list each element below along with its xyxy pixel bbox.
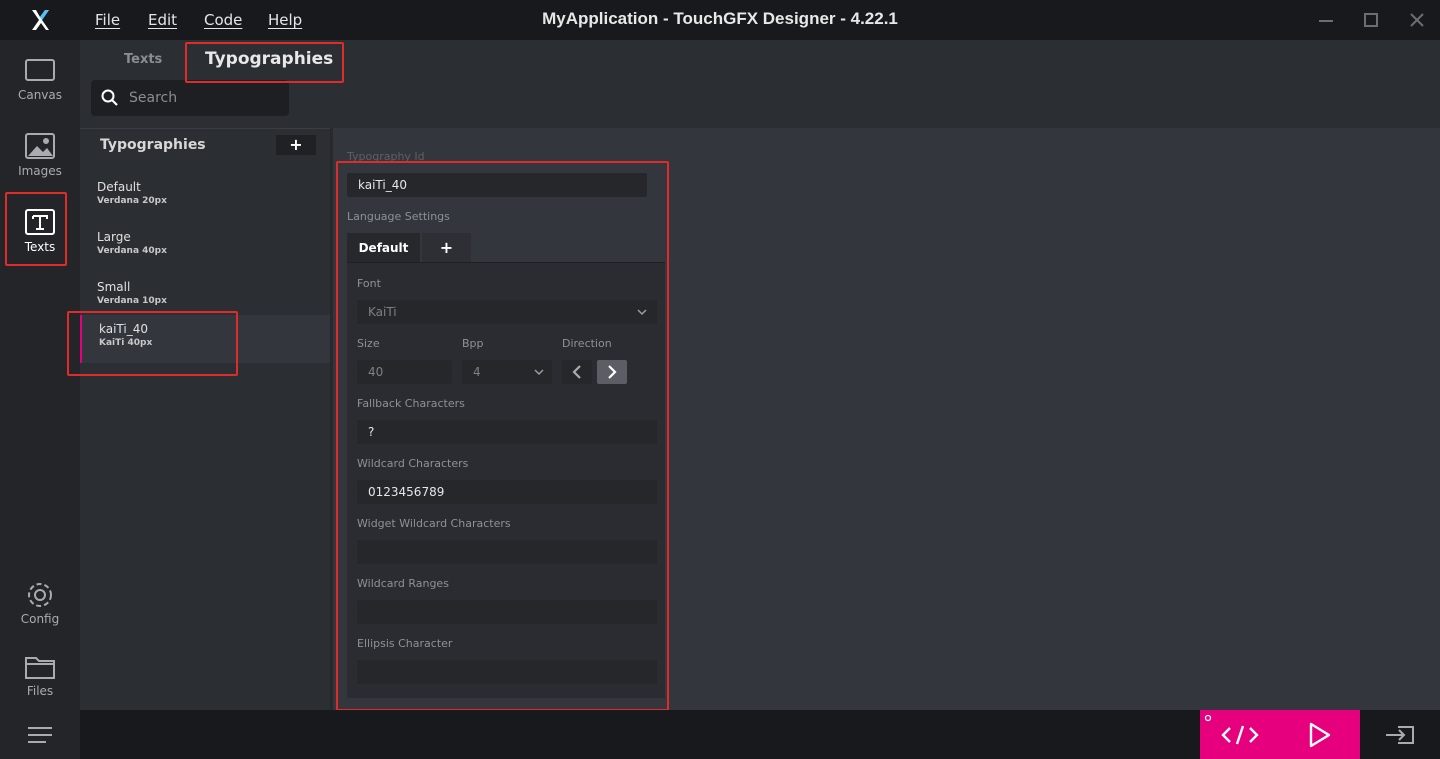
direction-label: Direction xyxy=(562,337,612,350)
rail-item-config[interactable]: Config xyxy=(0,566,80,636)
rail-item-images[interactable]: Images xyxy=(0,118,80,188)
font-label: Font xyxy=(357,277,381,290)
exit-icon[interactable] xyxy=(1384,724,1416,746)
wildcard-characters-field[interactable]: 0123456789 xyxy=(357,480,657,504)
maximize-icon[interactable] xyxy=(1359,8,1383,32)
search-icon xyxy=(101,89,119,107)
typography-item-selected[interactable]: kaiTi_40 KaiTi 40px xyxy=(80,315,330,363)
menu-icon[interactable] xyxy=(0,710,80,759)
menu-file[interactable]: File xyxy=(95,11,120,29)
title-bar: File Edit Code Help MyApplication - Touc… xyxy=(0,0,1440,40)
folder-icon xyxy=(24,652,56,682)
wildcard-ranges-label: Wildcard Ranges xyxy=(357,577,449,590)
typography-name: Large xyxy=(97,230,131,244)
size-label: Size xyxy=(357,337,380,350)
menu-edit[interactable]: Edit xyxy=(148,11,177,29)
run-simulator-icon[interactable] xyxy=(1304,720,1334,750)
tab-typographies[interactable]: Typographies xyxy=(205,49,333,69)
touchgfx-logo-icon xyxy=(0,0,80,40)
ellipsis-character-label: Ellipsis Character xyxy=(357,637,453,650)
rail-item-canvas[interactable]: Canvas xyxy=(0,42,80,112)
typography-name: kaiTi_40 xyxy=(99,322,148,336)
rail-label-texts: Texts xyxy=(24,240,56,254)
bpp-select[interactable]: 4 xyxy=(462,360,552,384)
app-window: File Edit Code Help MyApplication - Touc… xyxy=(0,0,1440,759)
typography-detail: KaiTi 40px xyxy=(99,338,153,348)
typography-list: Typographies + Default Verdana 20px Larg… xyxy=(80,128,330,710)
direction-rtl-button[interactable] xyxy=(597,360,627,384)
typography-list-header: Typographies xyxy=(100,137,206,153)
gear-icon xyxy=(24,580,56,610)
add-language-button[interactable]: + xyxy=(422,233,471,263)
widget-wildcard-characters-field[interactable] xyxy=(357,540,657,564)
menu-code[interactable]: Code xyxy=(204,11,242,29)
chevron-down-icon xyxy=(637,300,647,332)
minimize-icon[interactable] xyxy=(1314,8,1338,32)
typography-detail: Verdana 10px xyxy=(97,296,167,306)
menu-help[interactable]: Help xyxy=(268,11,302,29)
typography-detail: Verdana 40px xyxy=(97,246,167,256)
run-actions xyxy=(1200,710,1360,759)
typography-name: Default xyxy=(97,180,141,194)
search-input[interactable]: Search xyxy=(91,80,289,116)
size-field[interactable]: 40 xyxy=(357,360,452,384)
tabs-area: Texts Typographies Search xyxy=(80,40,1440,128)
window-title: MyApplication - TouchGFX Designer - 4.22… xyxy=(542,9,898,28)
tab-texts[interactable]: Texts xyxy=(124,52,162,67)
text-icon xyxy=(24,208,56,238)
typography-item[interactable]: Default Verdana 20px xyxy=(80,173,330,221)
image-icon xyxy=(24,132,56,162)
chevron-down-icon xyxy=(534,360,544,392)
font-value: KaiTi xyxy=(368,305,397,319)
bottom-bar xyxy=(0,710,1440,759)
rail-label-images: Images xyxy=(18,164,62,178)
rail-label-canvas: Canvas xyxy=(17,88,63,102)
font-select[interactable]: KaiTi xyxy=(357,300,657,324)
wildcard-characters-label: Wildcard Characters xyxy=(357,457,469,470)
rail-label-config: Config xyxy=(20,612,60,626)
wildcard-ranges-field[interactable] xyxy=(357,600,657,624)
tab-default-language[interactable]: Default xyxy=(347,233,420,263)
search-placeholder: Search xyxy=(129,90,178,106)
typography-id-label: Typography Id xyxy=(347,150,425,163)
rail-label-files: Files xyxy=(26,684,54,698)
typography-name: Small xyxy=(97,280,131,294)
close-icon[interactable] xyxy=(1405,8,1429,32)
typography-id-field[interactable]: kaiTi_40 xyxy=(347,173,647,197)
bpp-label: Bpp xyxy=(462,337,484,350)
bpp-value: 4 xyxy=(473,365,481,379)
canvas-icon xyxy=(24,56,56,86)
left-rail: Canvas Images Texts Config Files xyxy=(0,40,80,710)
fallback-characters-label: Fallback Characters xyxy=(357,397,465,410)
rail-item-files[interactable]: Files xyxy=(0,638,80,708)
typography-detail: Verdana 20px xyxy=(97,196,167,206)
fallback-characters-field[interactable]: ? xyxy=(357,420,657,444)
typography-item[interactable]: Large Verdana 40px xyxy=(80,223,330,271)
rail-item-texts[interactable]: Texts xyxy=(0,194,80,264)
ellipsis-character-field[interactable] xyxy=(357,660,657,684)
divider xyxy=(347,262,665,263)
generate-code-icon[interactable] xyxy=(1220,720,1260,750)
language-settings-label: Language Settings xyxy=(347,210,450,223)
typography-item[interactable]: Small Verdana 10px xyxy=(80,273,330,321)
direction-ltr-button[interactable] xyxy=(562,360,592,384)
add-typography-button[interactable]: + xyxy=(276,135,316,155)
status-dot-icon xyxy=(1204,714,1212,722)
panel-divider xyxy=(330,128,333,710)
widget-wildcard-characters-label: Widget Wildcard Characters xyxy=(357,517,511,530)
